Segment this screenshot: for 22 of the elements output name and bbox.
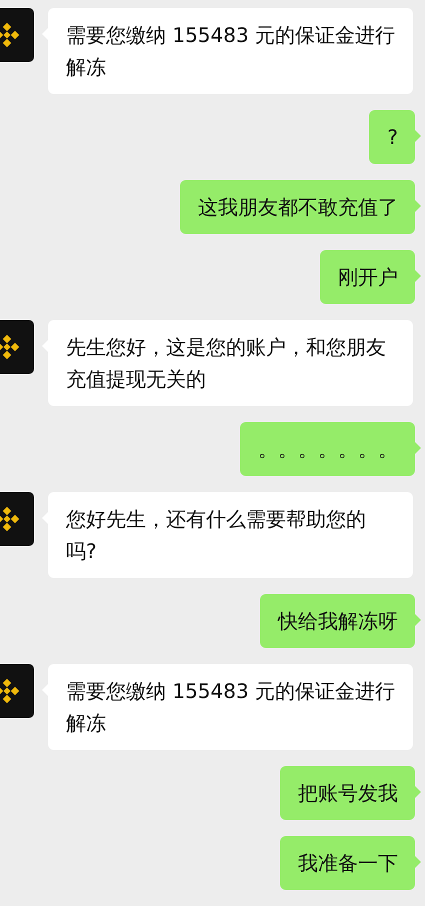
message-bubble: 需要您缴纳 155483 元的保证金进行解冻 — [48, 8, 413, 94]
message-bubble: 这我朋友都不敢充值了 — [180, 180, 415, 234]
message-bubble: 我准备一下 — [280, 836, 415, 890]
bubble-tail — [415, 270, 421, 282]
message-bubble: 先生您好，这是您的账户，和您朋友充值提现无关的 — [48, 320, 413, 406]
diamond-logo-icon — [0, 678, 20, 704]
bubble-tail — [415, 786, 421, 798]
diamond-logo-icon — [0, 334, 20, 360]
bubble-tail — [415, 130, 421, 142]
message-bubble: 需要您缴纳 155483 元的保证金进行解冻 — [48, 664, 413, 750]
message-bubble: 。。。。。。。 — [240, 422, 415, 476]
diamond-logo-icon — [0, 506, 20, 532]
bubble-tail — [415, 856, 421, 868]
bubble-tail — [415, 200, 421, 212]
message-bubble: 您好先生，还有什么需要帮助您的吗? — [48, 492, 413, 578]
message-bubble: 把账号发我 — [280, 766, 415, 820]
bubble-tail — [415, 442, 421, 454]
message-bubble: 刚开户 — [320, 250, 415, 304]
message-bubble: 快给我解冻呀 — [260, 594, 415, 648]
message-bubble: ? — [369, 110, 415, 164]
diamond-logo-icon — [0, 22, 20, 48]
bubble-tail — [415, 614, 421, 626]
